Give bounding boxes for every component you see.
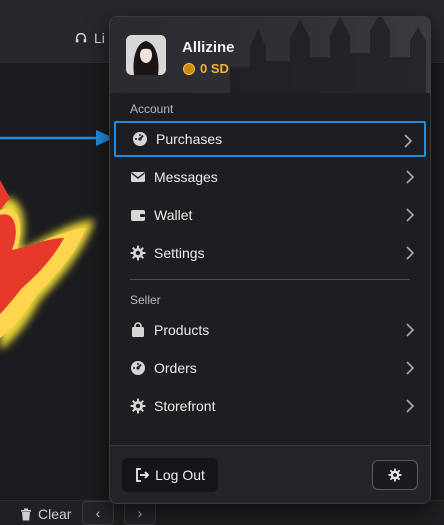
menu-item-orders[interactable]: Orders bbox=[114, 350, 426, 386]
gear-icon bbox=[388, 468, 402, 482]
menu-item-label: Products bbox=[154, 322, 210, 338]
chevron-right-icon bbox=[406, 170, 415, 184]
menu-item-label: Messages bbox=[154, 169, 218, 185]
menu-item-label: Orders bbox=[154, 360, 197, 376]
menu-item-settings[interactable]: Settings bbox=[114, 235, 426, 271]
castle-banner-image bbox=[230, 17, 426, 93]
clear-button[interactable]: Clear bbox=[20, 506, 71, 522]
chevron-right-icon bbox=[404, 134, 413, 148]
profile-header: Allizine 0 SD bbox=[110, 17, 430, 93]
menu-item-label: Settings bbox=[154, 245, 205, 261]
trash-icon bbox=[21, 508, 31, 520]
live-label: Li bbox=[94, 30, 105, 46]
seller-section-label: Seller bbox=[130, 293, 161, 307]
balance: 0 SD bbox=[183, 61, 229, 76]
logout-icon bbox=[136, 468, 150, 482]
chevron-right-icon bbox=[406, 399, 415, 413]
annotation-arrow bbox=[0, 130, 114, 146]
chevron-right-icon: › bbox=[137, 505, 143, 521]
menu-item-storefront[interactable]: Storefront bbox=[114, 388, 426, 424]
menu-item-label: Purchases bbox=[156, 131, 223, 147]
username: Allizine bbox=[182, 39, 235, 56]
avatar[interactable] bbox=[126, 35, 166, 75]
live-support-link[interactable]: Li bbox=[74, 30, 105, 46]
menu-footer: Log Out bbox=[110, 445, 430, 503]
chevron-left-icon: ‹ bbox=[95, 505, 101, 521]
envelope-icon bbox=[130, 169, 146, 185]
menu-item-messages[interactable]: Messages bbox=[114, 159, 426, 195]
gear-icon bbox=[130, 245, 146, 261]
balance-value: 0 SD bbox=[200, 61, 229, 76]
chevron-right-icon bbox=[406, 323, 415, 337]
account-section-label: Account bbox=[130, 102, 174, 116]
gauge-icon bbox=[130, 360, 146, 376]
prev-button[interactable]: ‹ bbox=[82, 501, 114, 525]
bag-icon bbox=[130, 322, 146, 338]
chevron-right-icon bbox=[406, 361, 415, 375]
chevron-right-icon bbox=[406, 246, 415, 260]
menu-item-wallet[interactable]: Wallet bbox=[114, 197, 426, 233]
gauge-icon bbox=[132, 131, 148, 147]
clear-label: Clear bbox=[38, 506, 72, 522]
menu-item-products[interactable]: Products bbox=[114, 312, 426, 348]
user-dropdown-menu: Allizine 0 SD Account Purchases Messages… bbox=[109, 16, 431, 504]
wallet-icon bbox=[130, 207, 146, 223]
headset-icon bbox=[75, 32, 87, 43]
flame-graphic bbox=[0, 180, 95, 350]
coin-icon bbox=[183, 62, 195, 75]
menu-item-label: Storefront bbox=[154, 398, 216, 414]
section-divider bbox=[130, 279, 410, 280]
logout-button[interactable]: Log Out bbox=[122, 458, 218, 492]
settings-gear-button[interactable] bbox=[372, 460, 418, 490]
logout-label: Log Out bbox=[155, 467, 205, 483]
next-button[interactable]: › bbox=[124, 501, 156, 525]
gear-icon bbox=[130, 398, 146, 414]
menu-item-purchases[interactable]: Purchases bbox=[114, 121, 426, 157]
menu-item-label: Wallet bbox=[154, 207, 193, 223]
chevron-right-icon bbox=[406, 208, 415, 222]
